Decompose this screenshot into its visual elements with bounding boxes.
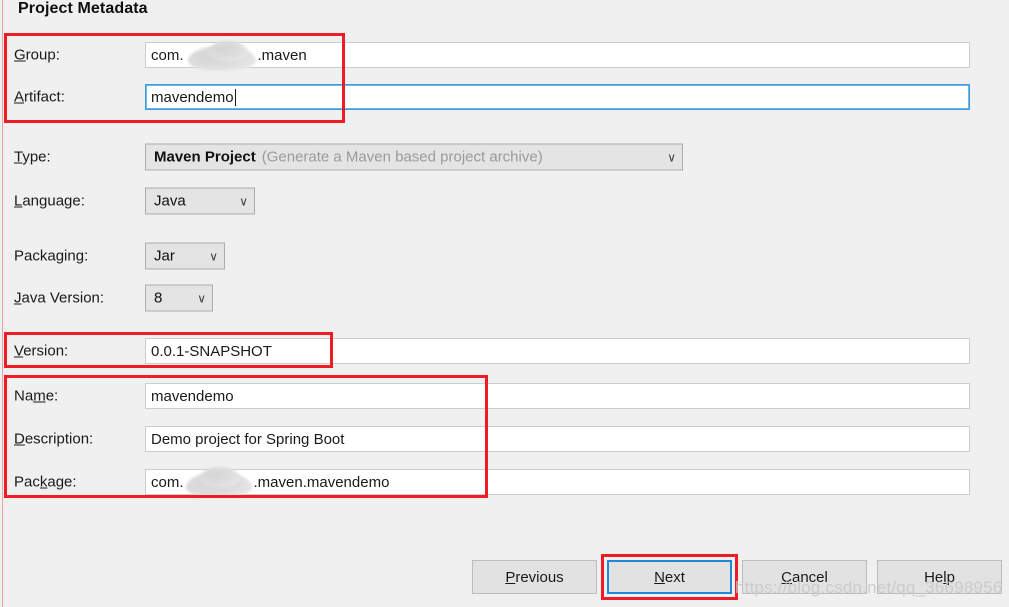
form-row-group: Group: com. .maven <box>0 40 1009 70</box>
form-row-package: Package: com. .maven.mavendemo <box>0 467 1009 497</box>
form-row-language: Language: Java ∨ <box>0 186 1009 216</box>
type-combo-hint: (Generate a Maven based project archive) <box>262 149 543 166</box>
form-row-artifact: Artifact: mavendemo <box>0 82 1009 112</box>
type-combo[interactable]: Maven Project (Generate a Maven based pr… <box>145 144 683 171</box>
description-input[interactable]: Demo project for Spring Boot <box>145 426 970 452</box>
artifact-label: Artifact: <box>14 89 65 106</box>
group-value-before: com. <box>151 47 184 64</box>
artifact-input[interactable]: mavendemo <box>145 84 970 110</box>
previous-button-label: Previous <box>505 569 563 586</box>
package-value-after: .maven.mavendemo <box>254 474 390 491</box>
language-combo-value: Java <box>154 193 186 210</box>
type-label: Type: <box>14 149 51 166</box>
group-value-after: .maven <box>258 47 307 64</box>
version-label: Version: <box>14 343 68 360</box>
form-row-java-version: Java Version: 8 ∨ <box>0 283 1009 313</box>
name-input[interactable]: mavendemo <box>145 383 970 409</box>
form-row-description: Description: Demo project for Spring Boo… <box>0 424 1009 454</box>
name-label: Name: <box>14 388 58 405</box>
next-button[interactable]: Next <box>607 560 732 594</box>
version-value: 0.0.1-SNAPSHOT <box>151 343 272 360</box>
java-version-label: Java Version: <box>14 290 104 307</box>
java-version-combo-value: 8 <box>154 290 162 307</box>
form-row-name: Name: mavendemo <box>0 381 1009 411</box>
java-version-combo[interactable]: 8 ∨ <box>145 285 213 312</box>
packaging-combo-value: Jar <box>154 248 175 265</box>
previous-button[interactable]: Previous <box>472 560 597 594</box>
name-value: mavendemo <box>151 388 234 405</box>
description-label: Description: <box>14 431 93 448</box>
artifact-value: mavendemo <box>151 89 234 106</box>
form-row-version: Version: 0.0.1-SNAPSHOT <box>0 336 1009 366</box>
group-label: Group: <box>14 47 60 64</box>
chevron-down-icon: ∨ <box>197 250 218 262</box>
chevron-down-icon: ∨ <box>185 292 206 304</box>
chevron-down-icon: ∨ <box>655 151 676 163</box>
version-input[interactable]: 0.0.1-SNAPSHOT <box>145 338 970 364</box>
next-button-label: Next <box>654 569 685 586</box>
description-value: Demo project for Spring Boot <box>151 431 344 448</box>
text-caret <box>235 89 236 106</box>
language-combo[interactable]: Java ∨ <box>145 188 255 215</box>
form-row-type: Type: Maven Project (Generate a Maven ba… <box>0 142 1009 172</box>
watermark: https://blog.csdn.net/qq_36698956 <box>735 578 1002 598</box>
group-input[interactable]: com. .maven <box>145 42 970 68</box>
type-combo-value: Maven Project <box>154 149 256 166</box>
language-label: Language: <box>14 193 85 210</box>
page-title: Project Metadata <box>18 0 148 18</box>
packaging-combo[interactable]: Jar ∨ <box>145 243 225 270</box>
chevron-down-icon: ∨ <box>227 195 248 207</box>
package-input[interactable]: com. .maven.mavendemo <box>145 469 970 495</box>
package-value-before: com. <box>151 474 184 491</box>
package-label: Package: <box>14 474 77 491</box>
packaging-label: Packaging: <box>14 248 88 265</box>
form-row-packaging: Packaging: Jar ∨ <box>0 241 1009 271</box>
